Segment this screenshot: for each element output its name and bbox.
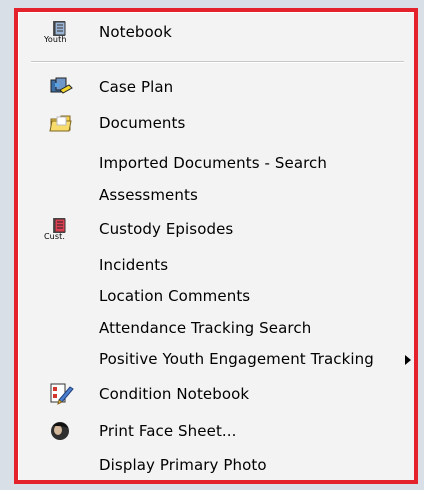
custody-icon-text: Cust. — [44, 232, 66, 241]
menu-item-label: Print Face Sheet... — [99, 422, 237, 440]
menu-item-notebook[interactable]: Youth Notebook — [19, 17, 415, 47]
case-plan-icon — [50, 77, 73, 94]
menu-item-label: Incidents — [99, 256, 169, 274]
screen: Youth Notebook Case Plan Documents Impor… — [0, 0, 424, 490]
menu-item-print-face-sheet[interactable]: Print Face Sheet... — [19, 416, 415, 446]
menu-item-custody-episodes[interactable]: Cust. Custody Episodes — [19, 214, 415, 244]
menu-item-label: Imported Documents - Search — [99, 154, 328, 172]
menu-item-display-primary-photo[interactable]: Display Primary Photo — [19, 450, 415, 480]
menu-item-documents[interactable]: Documents — [19, 108, 415, 138]
context-menu: Youth Notebook Case Plan Documents Impor… — [18, 12, 414, 480]
menu-item-attendance-tracking-search[interactable]: Attendance Tracking Search — [19, 313, 415, 343]
menu-item-positive-youth-engagement-tracking[interactable]: Positive Youth Engagement Tracking — [19, 344, 415, 374]
menu-item-label: Location Comments — [99, 287, 251, 305]
condition-notebook-icon — [50, 383, 74, 405]
menu-item-label: Custody Episodes — [99, 220, 234, 238]
menu-item-assessments[interactable]: Assessments — [19, 180, 415, 210]
documents-folder-icon — [49, 115, 72, 132]
menu-item-location-comments[interactable]: Location Comments — [19, 281, 415, 311]
menu-item-case-plan[interactable]: Case Plan — [19, 72, 415, 102]
print-face-sheet-icon — [51, 422, 69, 440]
menu-item-label: Assessments — [99, 186, 198, 204]
menu-separator — [31, 61, 404, 63]
menu-item-label: Attendance Tracking Search — [99, 319, 312, 337]
menu-item-imported-documents-search[interactable]: Imported Documents - Search — [19, 148, 415, 178]
menu-item-condition-notebook[interactable]: Condition Notebook — [19, 379, 415, 409]
menu-item-label: Display Primary Photo — [99, 456, 267, 474]
right-arrow-icon — [405, 355, 411, 365]
menu-item-label: Documents — [99, 114, 186, 132]
menu-item-label: Case Plan — [99, 78, 174, 96]
menu-item-incidents[interactable]: Incidents — [19, 250, 415, 280]
menu-item-label: Notebook — [99, 23, 172, 41]
menu-item-label: Condition Notebook — [99, 385, 250, 403]
menu-item-label: Positive Youth Engagement Tracking — [99, 350, 374, 368]
youth-icon-text: Youth — [44, 35, 67, 44]
